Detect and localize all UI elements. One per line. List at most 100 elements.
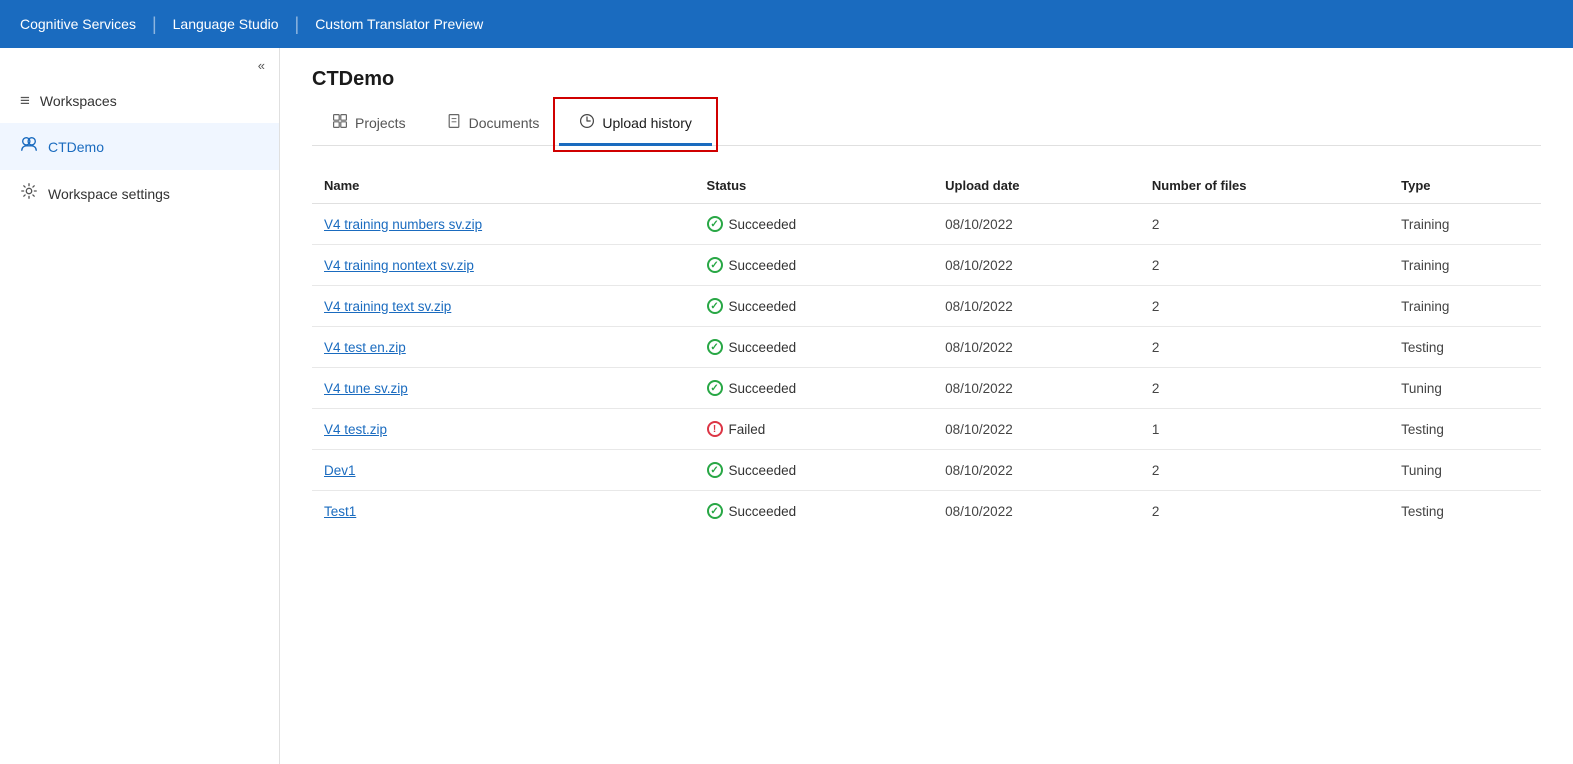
cell-status: !Failed — [695, 409, 934, 450]
projects-tab-icon — [332, 113, 348, 133]
tab-projects-label: Projects — [355, 115, 406, 131]
cell-num-files: 2 — [1140, 491, 1389, 532]
sidebar-item-label-workspace-settings: Workspace settings — [48, 186, 170, 202]
status-success-icon: ✓ — [707, 339, 723, 355]
cell-status: ✓ Succeeded — [695, 450, 934, 491]
status-success-icon: ✓ — [707, 216, 723, 232]
cell-status: ✓ Succeeded — [695, 368, 934, 409]
status-text: Failed — [729, 422, 766, 437]
col-header-name: Name — [312, 170, 695, 204]
workspace-title: CTDemo — [312, 68, 1541, 91]
cell-num-files: 2 — [1140, 368, 1389, 409]
tab-documents[interactable]: Documents — [426, 103, 560, 146]
sidebar-item-workspace-settings[interactable]: Workspace settings — [0, 170, 279, 217]
cell-status: ✓ Succeeded — [695, 204, 934, 245]
nav-sep-2: | — [295, 14, 300, 35]
status-text: Succeeded — [729, 217, 797, 232]
cell-upload-date: 08/10/2022 — [933, 368, 1140, 409]
upload-history-table-area: Name Status Upload date Number of files … — [280, 146, 1573, 764]
status-success-icon: ✓ — [707, 298, 723, 314]
cell-type: Training — [1389, 286, 1541, 327]
cell-name[interactable]: V4 test en.zip — [312, 327, 695, 368]
upload-history-table: Name Status Upload date Number of files … — [312, 170, 1541, 531]
table-row: Test1 ✓ Succeeded 08/10/20222Testing — [312, 491, 1541, 532]
cell-type: Training — [1389, 245, 1541, 286]
cell-num-files: 2 — [1140, 245, 1389, 286]
status-text: Succeeded — [729, 258, 797, 273]
cell-name[interactable]: V4 test.zip — [312, 409, 695, 450]
workspaces-icon: ≡ — [20, 91, 30, 111]
col-header-upload-date: Upload date — [933, 170, 1140, 204]
tab-upload-history[interactable]: Upload history — [559, 103, 712, 146]
status-success-icon: ✓ — [707, 503, 723, 519]
sidebar-collapse-button[interactable]: « — [0, 48, 279, 79]
col-header-num-files: Number of files — [1140, 170, 1389, 204]
cell-status: ✓ Succeeded — [695, 286, 934, 327]
cell-name[interactable]: V4 tune sv.zip — [312, 368, 695, 409]
col-header-status: Status — [695, 170, 934, 204]
sidebar-item-label-workspaces: Workspaces — [40, 93, 117, 109]
tab-projects[interactable]: Projects — [312, 103, 426, 146]
status-success-icon: ✓ — [707, 257, 723, 273]
cell-name[interactable]: V4 training text sv.zip — [312, 286, 695, 327]
cell-name[interactable]: V4 training numbers sv.zip — [312, 204, 695, 245]
ctdemo-icon — [20, 135, 38, 158]
table-row: V4 test en.zip ✓ Succeeded 08/10/20222Testi… — [312, 327, 1541, 368]
table-row: V4 tune sv.zip ✓ Succeeded 08/10/20222Tunin… — [312, 368, 1541, 409]
nav-language-studio[interactable]: Language Studio — [173, 16, 279, 32]
status-success-icon: ✓ — [707, 462, 723, 478]
col-header-type: Type — [1389, 170, 1541, 204]
cell-status: ✓ Succeeded — [695, 327, 934, 368]
documents-tab-icon — [446, 113, 462, 133]
table-row: V4 test.zip!Failed08/10/20221Testing — [312, 409, 1541, 450]
sidebar-item-label-ctdemo: CTDemo — [48, 139, 104, 155]
cell-upload-date: 08/10/2022 — [933, 327, 1140, 368]
nav-cognitive-services[interactable]: Cognitive Services — [20, 16, 136, 32]
sidebar: « ≡ Workspaces CTDemo Works — [0, 48, 280, 764]
cell-num-files: 1 — [1140, 409, 1389, 450]
status-success-icon: ✓ — [707, 380, 723, 396]
cell-num-files: 2 — [1140, 450, 1389, 491]
cell-type: Testing — [1389, 327, 1541, 368]
cell-num-files: 2 — [1140, 286, 1389, 327]
cell-name[interactable]: Dev1 — [312, 450, 695, 491]
cell-upload-date: 08/10/2022 — [933, 286, 1140, 327]
workspace-settings-icon — [20, 182, 38, 205]
nav-sep-1: | — [152, 14, 157, 35]
cell-type: Testing — [1389, 409, 1541, 450]
cell-num-files: 2 — [1140, 204, 1389, 245]
table-row: V4 training numbers sv.zip ✓ Succeeded 08/1… — [312, 204, 1541, 245]
cell-type: Tuning — [1389, 368, 1541, 409]
status-text: Succeeded — [729, 340, 797, 355]
sidebar-item-workspaces[interactable]: ≡ Workspaces — [0, 79, 279, 123]
status-text: Succeeded — [729, 299, 797, 314]
cell-name[interactable]: V4 training nontext sv.zip — [312, 245, 695, 286]
main-content: CTDemo Projects — [280, 48, 1573, 764]
status-text: Succeeded — [729, 504, 797, 519]
cell-upload-date: 08/10/2022 — [933, 204, 1140, 245]
table-row: V4 training nontext sv.zip ✓ Succeeded 08/1… — [312, 245, 1541, 286]
tabs: Projects Documents — [312, 103, 1541, 146]
cell-upload-date: 08/10/2022 — [933, 491, 1140, 532]
status-text: Succeeded — [729, 463, 797, 478]
cell-name[interactable]: Test1 — [312, 491, 695, 532]
cell-upload-date: 08/10/2022 — [933, 245, 1140, 286]
top-nav: Cognitive Services | Language Studio | C… — [0, 0, 1573, 48]
nav-custom-translator[interactable]: Custom Translator Preview — [315, 16, 483, 32]
cell-type: Training — [1389, 204, 1541, 245]
table-row: V4 training text sv.zip ✓ Succeeded 08/10/2… — [312, 286, 1541, 327]
cell-type: Testing — [1389, 491, 1541, 532]
cell-upload-date: 08/10/2022 — [933, 409, 1140, 450]
tab-documents-label: Documents — [469, 115, 540, 131]
sidebar-item-ctdemo[interactable]: CTDemo — [0, 123, 279, 170]
upload-history-tab-icon — [579, 113, 595, 133]
status-text: Succeeded — [729, 381, 797, 396]
tab-upload-history-label: Upload history — [602, 115, 692, 131]
content-header: CTDemo Projects — [280, 48, 1573, 146]
cell-type: Tuning — [1389, 450, 1541, 491]
cell-num-files: 2 — [1140, 327, 1389, 368]
cell-upload-date: 08/10/2022 — [933, 450, 1140, 491]
cell-status: ✓ Succeeded — [695, 491, 934, 532]
table-row: Dev1 ✓ Succeeded 08/10/20222Tuning — [312, 450, 1541, 491]
cell-status: ✓ Succeeded — [695, 245, 934, 286]
